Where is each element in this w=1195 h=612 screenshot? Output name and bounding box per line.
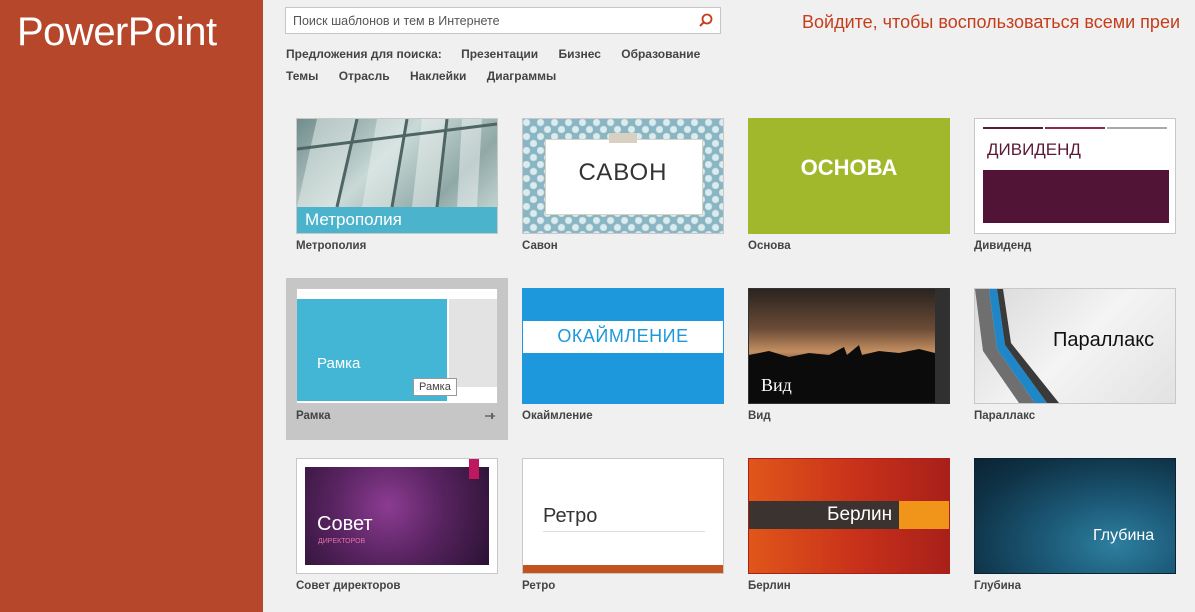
template-name: Берлин bbox=[748, 580, 791, 592]
template-thumbnail: ОСНОВА bbox=[748, 118, 950, 234]
thumb-title: Рамка bbox=[317, 355, 361, 372]
template-name: Ретро bbox=[522, 580, 556, 592]
suggestion-diagrams[interactable]: Диаграммы bbox=[487, 69, 557, 83]
template-name: Вид bbox=[748, 410, 771, 422]
template-retro[interactable]: Ретро Ретро bbox=[512, 448, 734, 610]
thumb-title: Глубина bbox=[1093, 527, 1155, 544]
template-thumbnail: Параллакс bbox=[974, 288, 1176, 404]
sign-in-link[interactable]: Войдите, чтобы воспользоваться всеми пре… bbox=[802, 12, 1180, 33]
template-savon[interactable]: САВОН Савон bbox=[512, 108, 734, 270]
thumb-title: ОСНОВА bbox=[800, 155, 898, 180]
thumb-title: ОКАЙМЛЕНИЕ bbox=[557, 326, 689, 346]
template-name: Дивиденд bbox=[974, 240, 1032, 252]
suggestion-business[interactable]: Бизнес bbox=[558, 47, 600, 61]
search-box[interactable] bbox=[285, 7, 721, 34]
thumb-title: Параллакс bbox=[1053, 329, 1155, 351]
template-thumbnail: Вид bbox=[748, 288, 950, 404]
template-vid[interactable]: Вид Вид bbox=[738, 278, 960, 440]
template-parallax[interactable]: Параллакс Параллакс bbox=[964, 278, 1186, 440]
template-thumbnail: ДИВИДЕНД bbox=[974, 118, 1176, 234]
thumb-title: Совет bbox=[317, 513, 373, 535]
template-osnova[interactable]: ОСНОВА Основа bbox=[738, 108, 960, 270]
template-thumbnail: Рамка Рамка bbox=[296, 288, 498, 404]
suggestion-education[interactable]: Образование bbox=[621, 47, 700, 61]
template-thumbnail: Глубина bbox=[974, 458, 1176, 574]
thumb-title: Берлин bbox=[827, 504, 893, 525]
template-ramka[interactable]: Рамка Рамка Рамка bbox=[286, 278, 508, 440]
template-name: Савон bbox=[522, 240, 558, 252]
thumb-title: Метрополия bbox=[305, 210, 402, 229]
template-dividend[interactable]: ДИВИДЕНД Дивиденд bbox=[964, 108, 1186, 270]
suggestion-presentations[interactable]: Презентации bbox=[461, 47, 538, 61]
template-thumbnail: Метрополия bbox=[296, 118, 498, 234]
pin-icon[interactable] bbox=[484, 409, 496, 427]
template-thumbnail: САВОН bbox=[522, 118, 724, 234]
search-suggestions-row-1: Предложения для поиска: Презентации Бизн… bbox=[286, 47, 717, 61]
template-name: Окаймление bbox=[522, 410, 593, 422]
template-berlin[interactable]: Берлин Берлин bbox=[738, 448, 960, 610]
template-okaimlenie[interactable]: ОКАЙМЛЕНИЕ Окаймление bbox=[512, 278, 734, 440]
template-name: Глубина bbox=[974, 580, 1022, 592]
template-name: Основа bbox=[748, 240, 791, 252]
template-name: Рамка bbox=[296, 410, 331, 422]
app-title: PowerPoint bbox=[17, 10, 217, 54]
template-tooltip: Рамка bbox=[413, 378, 457, 396]
template-thumbnail: Ретро bbox=[522, 458, 724, 574]
search-suggestions-row-2: Темы Отрасль Наклейки Диаграммы bbox=[286, 69, 573, 83]
suggestion-themes[interactable]: Темы bbox=[286, 69, 318, 83]
search-input[interactable] bbox=[286, 8, 693, 33]
thumb-title: ДИВИДЕНД bbox=[987, 140, 1081, 159]
thumb-title: Ретро bbox=[543, 505, 598, 527]
template-thumbnail: ОКАЙМЛЕНИЕ bbox=[522, 288, 724, 404]
template-depth[interactable]: Глубина Глубина bbox=[964, 448, 1186, 610]
template-name: Метрополия bbox=[296, 240, 367, 252]
template-thumbnail: Берлин bbox=[748, 458, 950, 574]
suggestion-labels[interactable]: Наклейки bbox=[410, 69, 466, 83]
suggestions-label: Предложения для поиска: bbox=[286, 47, 442, 61]
template-board[interactable]: Совет директоров Совет директоров bbox=[286, 448, 508, 610]
suggestion-industry[interactable]: Отрасль bbox=[339, 69, 390, 83]
search-icon[interactable] bbox=[696, 11, 716, 31]
thumb-subtitle: директоров bbox=[318, 538, 366, 545]
template-name: Параллакс bbox=[974, 410, 1036, 422]
thumb-title: Вид bbox=[761, 375, 792, 395]
sidebar: PowerPoint bbox=[0, 0, 263, 612]
thumb-title: САВОН bbox=[578, 159, 668, 186]
template-name: Совет директоров bbox=[296, 580, 401, 592]
template-thumbnail: Совет директоров bbox=[296, 458, 498, 574]
template-metropolis[interactable]: Метрополия Метрополия bbox=[286, 108, 508, 270]
